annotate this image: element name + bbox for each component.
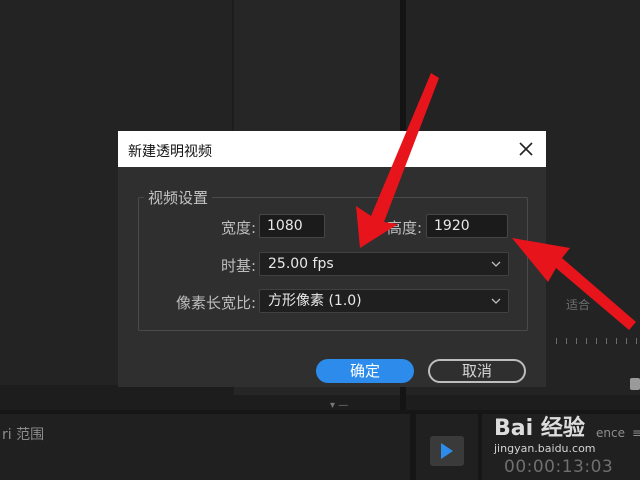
- annotation-arrow-icon: [512, 238, 636, 330]
- watermark-url: jingyan.baidu.com: [494, 442, 596, 455]
- annotation-arrow-icon: [356, 73, 439, 248]
- watermark-logo: Bai 经验: [494, 416, 585, 441]
- annotation-arrows: [356, 73, 636, 330]
- watermark: Bai 经验 jingyan.baidu.com: [494, 410, 640, 480]
